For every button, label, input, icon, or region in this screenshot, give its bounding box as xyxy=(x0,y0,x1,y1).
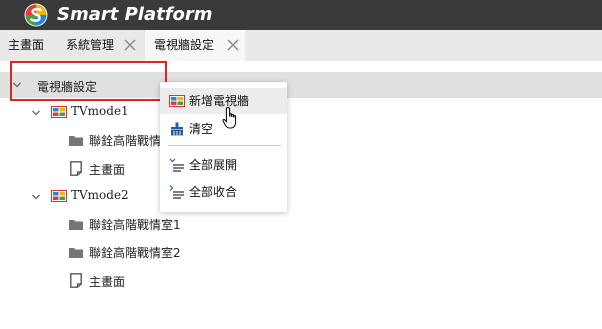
close-icon[interactable] xyxy=(227,39,239,51)
close-icon[interactable] xyxy=(124,39,136,51)
highlight-box xyxy=(10,61,167,101)
broom-icon xyxy=(171,122,183,136)
menu-item-label: 新增電視牆 xyxy=(189,94,250,108)
folder-icon xyxy=(69,220,83,230)
tree-node-tvmode1[interactable]: TVmode1 xyxy=(71,103,129,119)
chevron-down-icon[interactable] xyxy=(31,192,41,202)
tab-bar: 主畫面 系統管理 電視牆設定 xyxy=(0,30,602,61)
tv-wall-icon xyxy=(169,95,185,107)
page-icon xyxy=(70,273,82,288)
folder-icon xyxy=(69,248,83,258)
menu-divider xyxy=(168,145,281,146)
hand-cursor-icon xyxy=(222,106,237,129)
title-bar: Smart Platform xyxy=(0,0,602,30)
tree-leaf[interactable]: 主畫面 xyxy=(89,162,125,178)
menu-item-label: 全部收合 xyxy=(189,185,238,199)
menu-item-collapse-all[interactable]: 全部收合 xyxy=(160,179,287,205)
tree-node-tvmode2[interactable]: TVmode2 xyxy=(71,187,129,203)
tree-leaf[interactable]: 聯銓高階戰情 xyxy=(89,133,161,149)
tab-label: 主畫面 xyxy=(8,38,45,52)
tab-label: 系統管理 xyxy=(66,38,115,52)
app-logo-icon xyxy=(24,3,48,27)
expand-all-icon xyxy=(169,158,184,172)
app-title: Smart Platform xyxy=(57,4,213,25)
tree-leaf[interactable]: 主畫面 xyxy=(89,274,125,290)
folder-icon xyxy=(69,136,83,146)
menu-item-expand-all[interactable]: 全部展開 xyxy=(160,152,287,178)
collapse-all-icon xyxy=(169,185,184,199)
page-icon xyxy=(70,161,82,176)
context-menu: 新增電視牆 清空 全部展開 全部收合 xyxy=(160,82,287,212)
tab-label: 電視牆設定 xyxy=(154,38,215,52)
tv-wall-icon xyxy=(51,106,67,118)
tree-leaf[interactable]: 聯銓高階戰情室2 xyxy=(89,245,181,261)
tab-system-management[interactable]: 系統管理 xyxy=(66,30,114,61)
menu-item-label: 全部展開 xyxy=(189,158,238,172)
menu-item-label: 清空 xyxy=(189,122,214,136)
chevron-down-icon[interactable] xyxy=(31,108,41,118)
tv-wall-icon xyxy=(51,190,67,202)
tree-leaf[interactable]: 聯銓高階戰情室1 xyxy=(89,217,181,233)
tab-home[interactable]: 主畫面 xyxy=(8,30,44,61)
